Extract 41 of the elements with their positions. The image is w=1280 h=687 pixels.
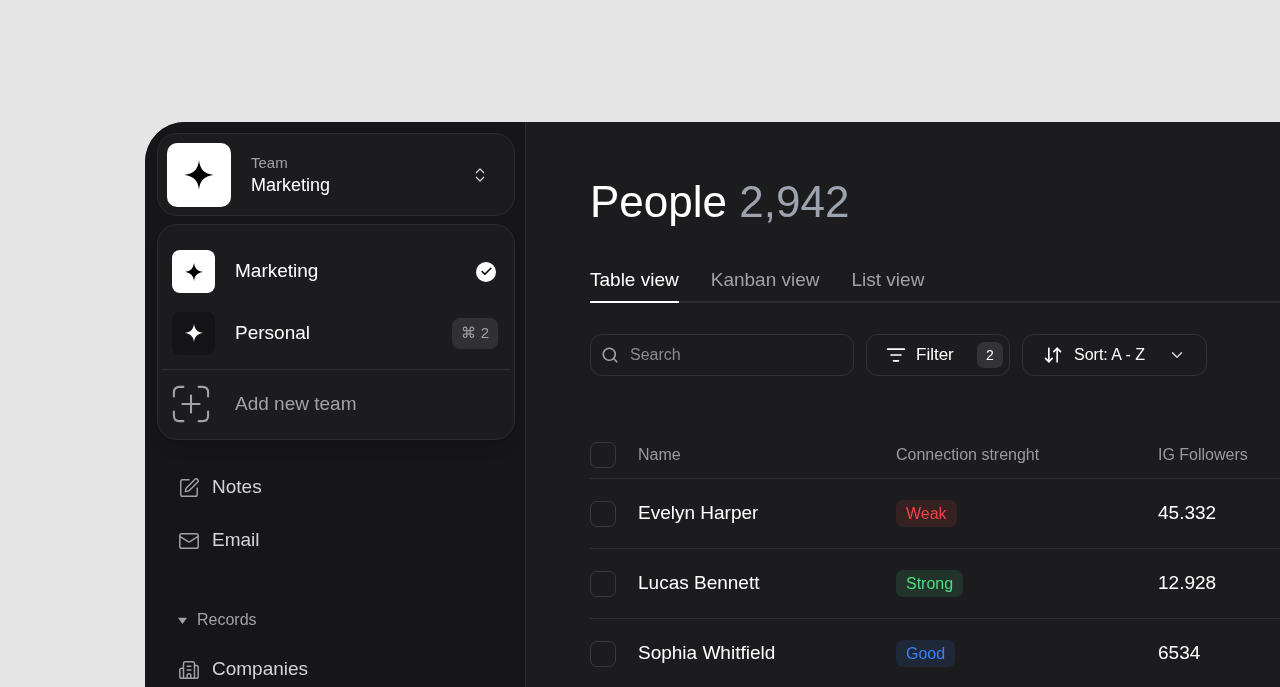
team-switcher[interactable]: Team Marketing [157,133,515,216]
column-header: Connection strenght [896,444,1041,465]
search-field[interactable]: Search [590,334,854,376]
column-header: Name [638,444,682,465]
sort-button[interactable]: Sort: A - Z [1022,334,1207,376]
checkbox[interactable] [590,441,616,468]
followers-count: 45.332 [1158,501,1217,526]
building-icon [178,658,200,681]
strength-tag: Strong [896,570,964,597]
person-name: Evelyn Harper [638,501,760,526]
strength-tag: Good [896,640,956,667]
filter-button[interactable]: Filter 2 [866,334,1010,376]
followers-count: 6534 [1158,641,1201,666]
nav-item[interactable]: Companies [178,643,309,687]
person-name: Lucas Bennett [638,571,761,596]
pen-square-icon [178,476,200,499]
followers-count: 12.928 [1158,571,1217,596]
filter-count: 2 [977,342,1003,368]
section-label[interactable]: Records [197,608,257,632]
checkbox[interactable] [590,640,616,667]
add-team-item[interactable]: Add new team [172,369,500,439]
team-label: Team [251,152,289,173]
column-header: IG Followers [1158,444,1248,465]
strength-tag: Weak [896,500,957,527]
team-name: Marketing [251,173,332,197]
filter-icon [886,345,906,365]
checkbox[interactable] [590,500,616,527]
nav-item[interactable]: Notes [178,461,262,514]
search-icon [601,346,619,364]
view-tab[interactable]: Table view [590,259,679,303]
page-title: People 2,942 [590,176,851,228]
shortcut-badge: ⌘ 2 [452,317,498,349]
view-tab[interactable]: Kanban view [710,259,820,303]
nav-item[interactable]: Email [178,514,260,567]
people-count: 2,942 [739,177,850,226]
add-icon [172,385,210,424]
view-tab[interactable]: List view [851,259,925,303]
sort-icon [1043,345,1063,365]
person-name: Sophia Whitfield [638,641,777,666]
checkbox[interactable] [590,570,616,597]
check-icon [476,261,496,282]
